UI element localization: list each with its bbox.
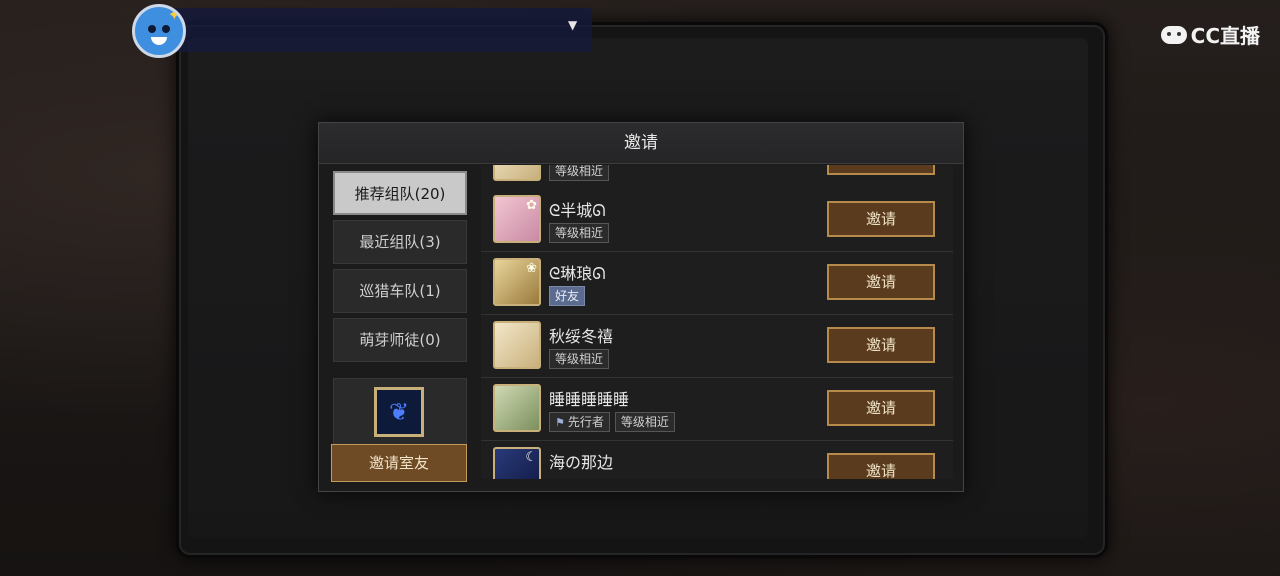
roommate-avatar: ❦ (374, 387, 424, 437)
cc-live-logo: CC直播 (1160, 20, 1260, 49)
crown-icon: ✦ (167, 5, 181, 24)
streamer-avatar-icon[interactable]: ✦ (132, 4, 186, 58)
player-name: ᘓ琳琅ᘏ (549, 264, 606, 283)
player-tags: ⚑ 先行者 等级相近 (549, 412, 675, 432)
bow-icon: ✿ (526, 198, 537, 213)
invite-button[interactable]: 邀请 (827, 327, 935, 363)
tag-pioneer: ⚑ 先行者 (549, 412, 610, 432)
avatar-eye (148, 25, 156, 33)
player-tags: 好友 (549, 286, 586, 306)
invite-button[interactable] (827, 165, 935, 175)
caret-down-icon[interactable]: ▼ (568, 18, 577, 32)
invite-tabs: 推荐组队(20) 最近组队(3) 巡猎车队(1) 萌芽师徒(0) (333, 171, 467, 367)
player-name: ᘓ半城ᘏ (549, 201, 606, 220)
player-name: 睡睡睡睡睡 (549, 390, 630, 409)
list-scrollbar[interactable] (953, 173, 959, 473)
cc-logo-text: CC直播 (1190, 24, 1260, 48)
invite-button[interactable]: 邀请 (827, 264, 935, 300)
dialog-title: 邀请 (319, 123, 963, 164)
moon-icon: ☾ (525, 450, 537, 465)
pioneer-badge-icon: ⚑ (555, 416, 565, 429)
flower-icon: ❀ (526, 261, 537, 276)
tag-pioneer-label: 先行者 (567, 415, 604, 429)
tab-mentor-apprentice[interactable]: 萌芽师徒(0) (333, 318, 467, 362)
player-avatar: ✿ (493, 195, 541, 243)
invite-dialog: 邀请 推荐组队(20) 最近组队(3) 巡猎车队(1) 萌芽师徒(0) ❦ 邀请… (318, 122, 964, 492)
tag-level-close: 等级相近 (549, 349, 610, 369)
list-item: ✿ ᘓ半城ᘏ 等级相近 邀请 (481, 189, 953, 252)
player-name: 秋绥冬禧 (549, 327, 614, 346)
invite-button[interactable]: 邀请 (827, 453, 935, 479)
tab-recent-team[interactable]: 最近组队(3) (333, 220, 467, 264)
tag-level-close: 等级相近 (549, 223, 610, 243)
player-tags: 等级相近 (549, 349, 610, 369)
player-avatar: ❀ (493, 258, 541, 306)
invite-button[interactable]: 邀请 (827, 201, 935, 237)
player-avatar: ☾ (493, 447, 541, 479)
player-tags: 等级相近 (549, 165, 610, 181)
tag-level-close: 等级相近 (614, 412, 675, 432)
avatar-mouth (151, 37, 167, 45)
list-item: 等级相近 (481, 165, 953, 190)
list-item: ❀ ᘓ琳琅ᘏ 好友 邀请 (481, 252, 953, 315)
tag-level-close: 等级相近 (549, 165, 610, 181)
tab-recommended-team[interactable]: 推荐组队(20) (333, 171, 467, 215)
player-avatar (493, 165, 541, 181)
player-tags: 等级相近 (549, 223, 610, 243)
tab-hunting-convoy[interactable]: 巡猎车队(1) (333, 269, 467, 313)
stream-info-bar[interactable] (140, 8, 592, 52)
cc-cloud-icon (1160, 25, 1187, 44)
list-item: 秋绥冬禧 等级相近 邀请 (481, 315, 953, 378)
butterfly-icon: ❦ (388, 398, 410, 426)
list-item: ☾ 海の那边 邀请 (481, 441, 953, 479)
player-name: 海の那边 (549, 453, 614, 472)
player-avatar (493, 384, 541, 432)
player-avatar (493, 321, 541, 369)
invite-button[interactable]: 邀请 (827, 390, 935, 426)
invite-roommate-button[interactable]: 邀请室友 (331, 444, 467, 482)
tag-friend: 好友 (549, 286, 586, 306)
avatar-eye (162, 25, 170, 33)
list-item: 睡睡睡睡睡 ⚑ 先行者 等级相近 邀请 (481, 378, 953, 441)
player-list[interactable]: 等级相近 ✿ ᘓ半城ᘏ 等级相近 邀请 ❀ ᘓ琳琅ᘏ 好友 邀请 秋绥冬禧 等级… (481, 165, 953, 479)
